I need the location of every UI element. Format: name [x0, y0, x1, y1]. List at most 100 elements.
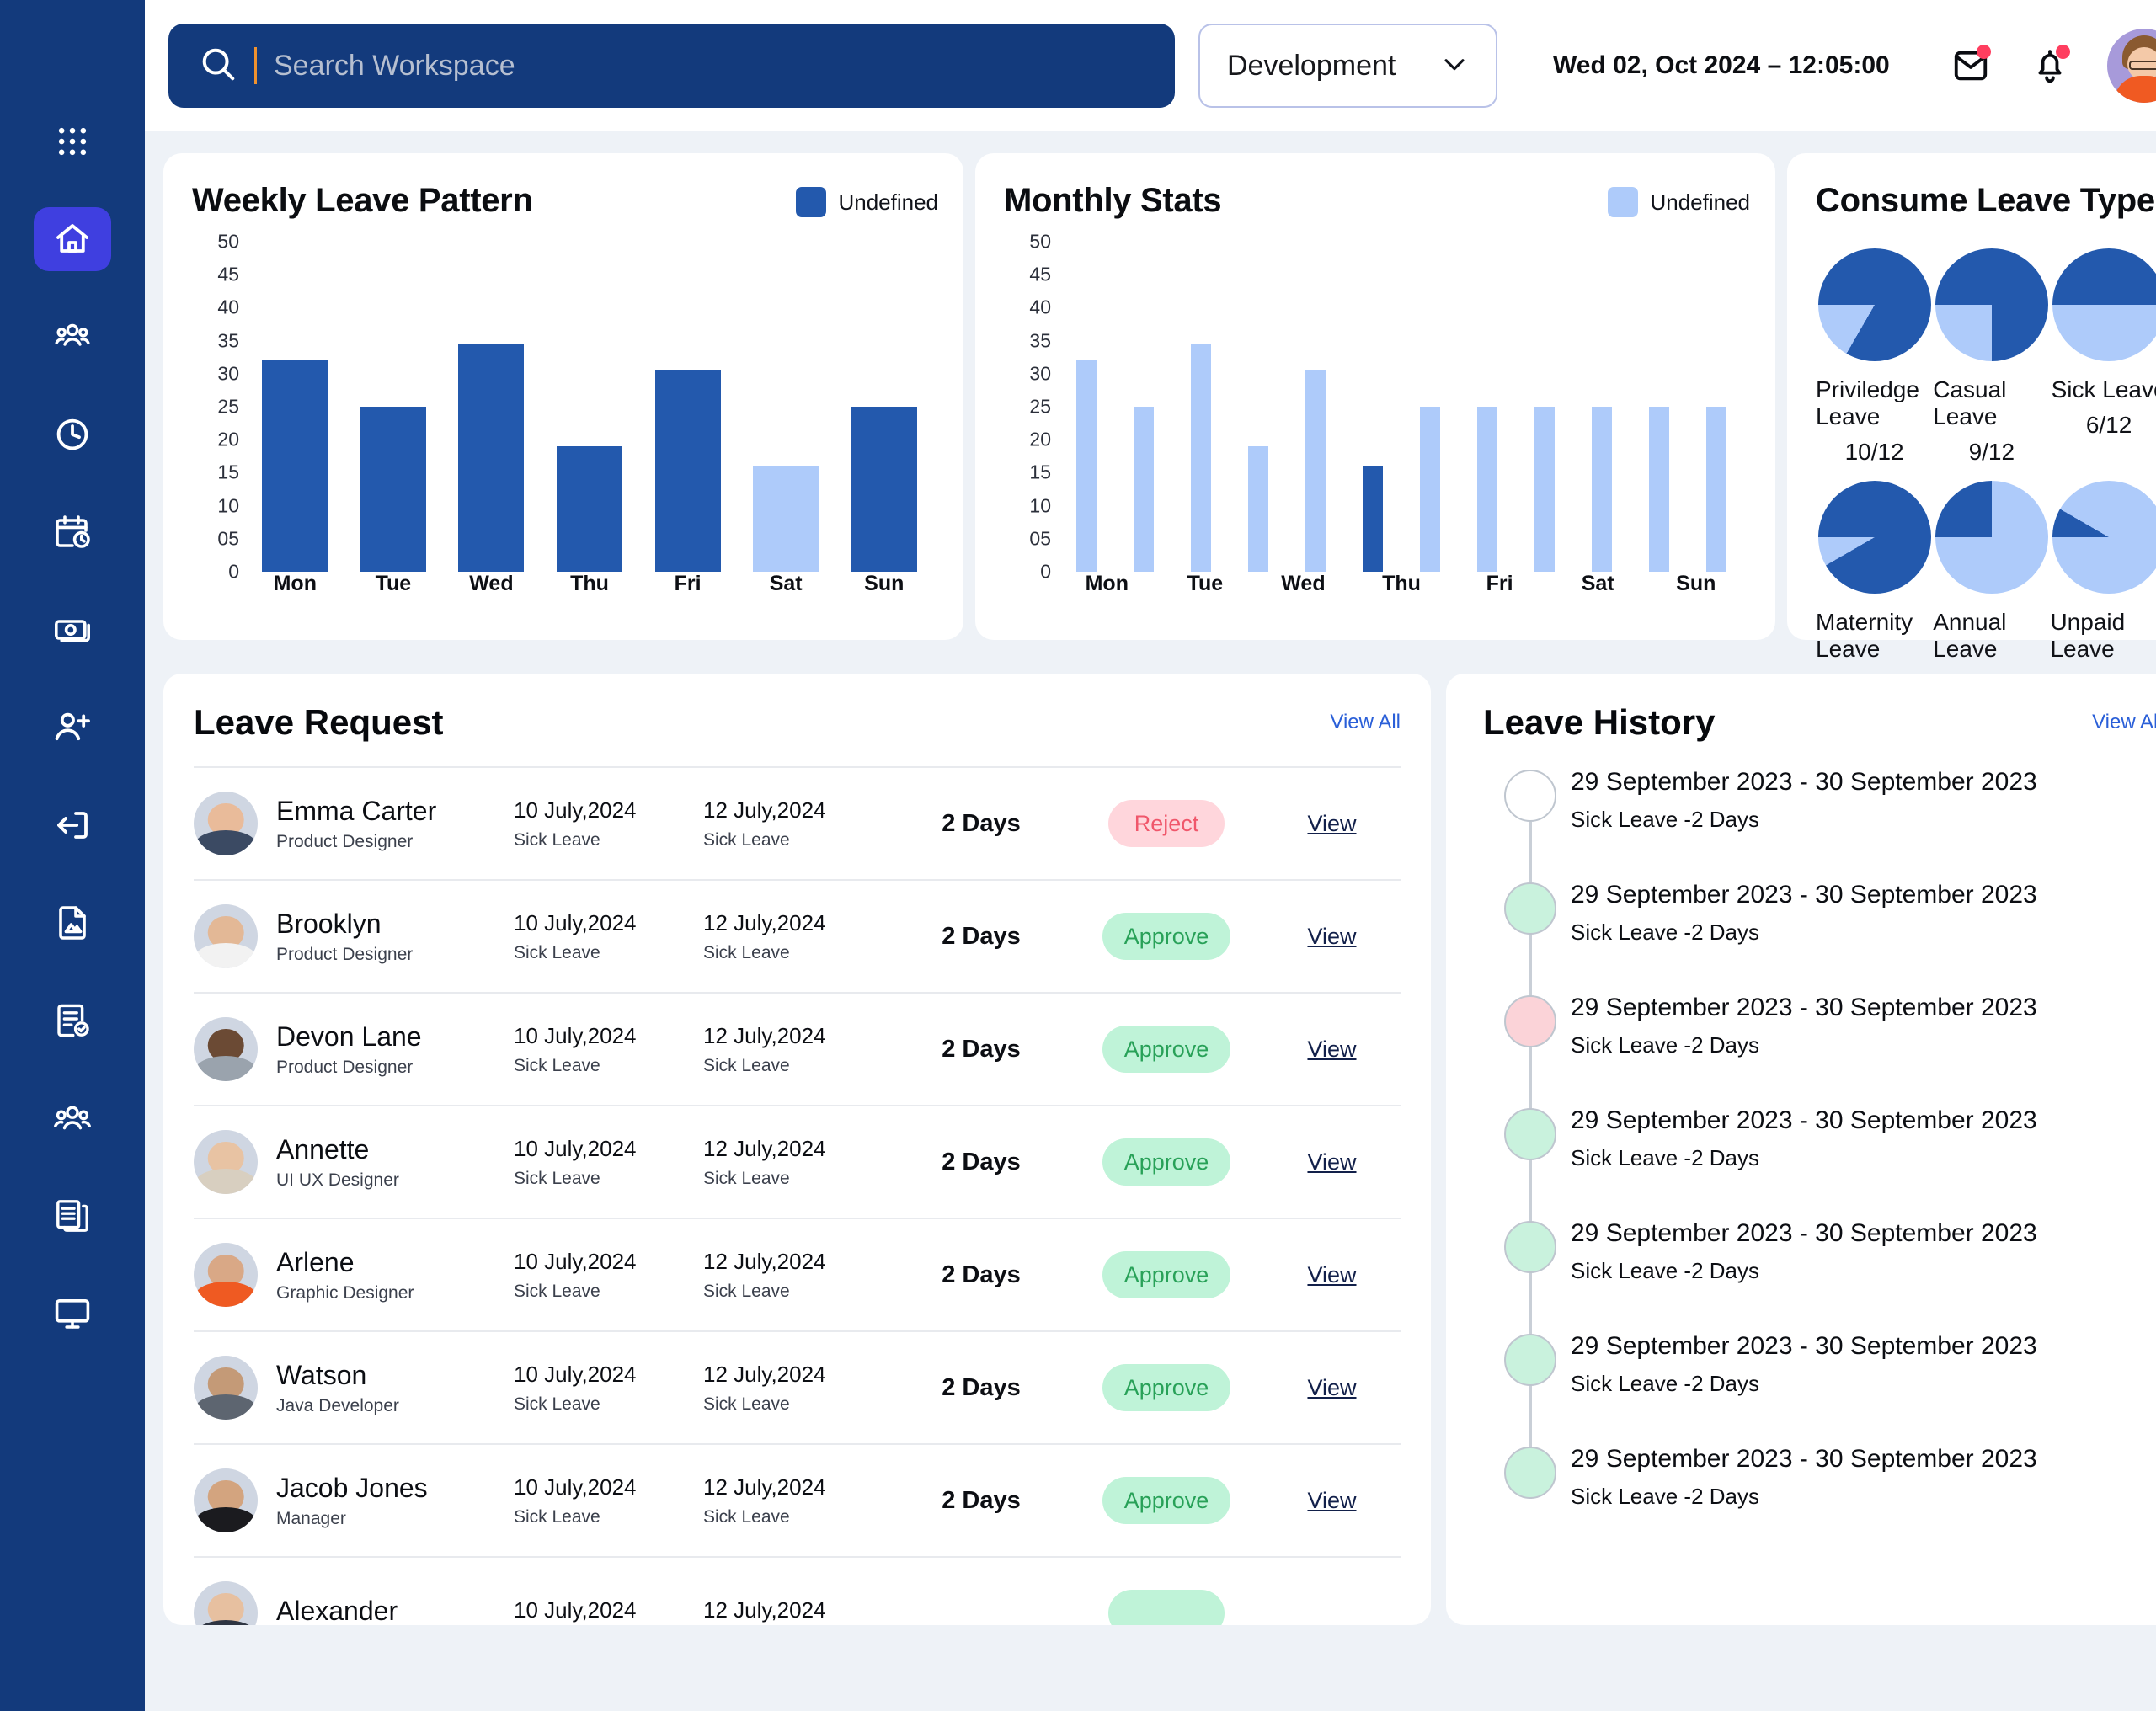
leave-history-panel: Leave History View All 29 September 2023… — [1446, 674, 2156, 1625]
sidebar-item-checklist[interactable] — [34, 989, 111, 1053]
leave-request-list: Emma Carter Product Designer 10 July,2024 S… — [194, 766, 1401, 1625]
duration-cell: 2 Days — [942, 922, 1021, 950]
view-link[interactable]: View — [1307, 1375, 1356, 1401]
bar[interactable] — [1649, 407, 1669, 572]
leave-request-view-all-link[interactable]: View All — [1330, 711, 1401, 734]
sidebar-item-logout[interactable] — [34, 793, 111, 857]
sidebar-item-people-group[interactable] — [34, 305, 111, 369]
avatar — [194, 792, 258, 856]
people-group-icon — [52, 317, 93, 357]
leave-type-cell: Annual Leave3/12 — [1933, 481, 2050, 698]
leave-type-label: Casual Leave — [1933, 376, 2007, 429]
table-row: Annette UI UX Designer 10 July,2024 Sick Le… — [194, 1105, 1401, 1218]
y-axis-tick: 20 — [1029, 428, 1051, 450]
weekly-leave-pattern-card: Weekly Leave Pattern Undefined 50 45 40 35 3… — [163, 153, 963, 640]
to-date: 12 July,2024 — [703, 1135, 826, 1161]
bar[interactable] — [262, 360, 328, 572]
view-link[interactable]: View — [1307, 924, 1356, 950]
bar-slot — [541, 242, 639, 572]
department-select[interactable]: Development — [1198, 24, 1497, 108]
x-axis-label: Sat — [1581, 572, 1614, 595]
view-link[interactable]: View — [1307, 1262, 1356, 1288]
bar[interactable] — [1134, 407, 1154, 572]
bar[interactable] — [1592, 407, 1612, 572]
view-link[interactable]: View — [1307, 811, 1356, 837]
sidebar-item-home[interactable] — [34, 207, 111, 271]
sidebar-item-apps-grid[interactable] — [34, 109, 111, 173]
duration-cell: 2 Days — [942, 1373, 1021, 1401]
view-link[interactable]: View — [1307, 1037, 1356, 1063]
leave-type-label: Unpaid Leave — [2050, 609, 2126, 662]
bar[interactable] — [1420, 407, 1440, 572]
from-date-cell: 10 July,2024 Sick Leave — [514, 1136, 703, 1189]
y-axis-tick: 10 — [1029, 494, 1051, 517]
sidebar-item-team[interactable] — [34, 1086, 111, 1150]
sidebar-item-money[interactable] — [34, 598, 111, 662]
bar[interactable] — [1305, 370, 1326, 572]
status-badge[interactable]: Approve — [1102, 1138, 1231, 1186]
history-detail: Sick Leave -2 Days — [1571, 1371, 1759, 1396]
view-link[interactable]: View — [1307, 1488, 1356, 1514]
from-date: 10 July,2024 — [514, 1248, 637, 1274]
history-detail: Sick Leave -2 Days — [1571, 1258, 1759, 1283]
search-bar[interactable] — [168, 24, 1175, 108]
view-link[interactable]: View — [1307, 1149, 1356, 1175]
y-axis-tick: 40 — [217, 296, 239, 318]
y-axis-tick: 30 — [217, 362, 239, 385]
sidebar-item-user-add[interactable] — [34, 696, 111, 760]
x-axis-label: Tue — [375, 572, 412, 595]
pie-chart — [1817, 481, 1931, 594]
y-axis-tick: 50 — [217, 230, 239, 253]
from-date-cell: 10 July,2024 Sick Leave — [514, 1023, 703, 1076]
bar[interactable] — [1076, 360, 1097, 572]
bar[interactable] — [654, 370, 721, 572]
money-icon — [52, 610, 93, 650]
bar[interactable] — [1477, 407, 1497, 572]
search-input[interactable] — [274, 49, 1145, 83]
leave-request-panel: Leave Request View All Emma Carter Produc… — [163, 674, 1431, 1625]
bar[interactable] — [1363, 466, 1383, 572]
timeline-dot — [1504, 770, 1556, 822]
leave-type-value: 9/12 — [1968, 439, 2015, 465]
pie-chart — [2052, 481, 2156, 594]
mail-icon[interactable] — [1949, 44, 1993, 88]
bar[interactable] — [360, 407, 426, 572]
bar[interactable] — [557, 446, 623, 572]
x-axis-label: Wed — [1281, 572, 1326, 595]
history-detail: Sick Leave -2 Days — [1571, 1032, 1759, 1058]
sidebar-item-calendar-clock[interactable] — [34, 500, 111, 564]
bar[interactable] — [458, 344, 525, 572]
leave-request-user: Annette UI UX Designer — [194, 1130, 514, 1194]
sidebar-item-documents[interactable] — [34, 1184, 111, 1248]
sidebar-item-monitor[interactable] — [34, 1282, 111, 1346]
sidebar-item-clock[interactable] — [34, 402, 111, 466]
bar[interactable] — [1706, 407, 1726, 572]
x-axis-label: Thu — [570, 572, 609, 595]
from-leave-type: Sick Leave — [514, 942, 600, 962]
bar[interactable] — [1248, 446, 1268, 572]
status-badge[interactable]: Approve — [1102, 1251, 1231, 1298]
bar-slot — [1058, 242, 1115, 572]
legend-swatch — [796, 187, 827, 217]
list-item: 29 September 2023 - 30 September 2023 Sic… — [1490, 879, 2156, 1047]
bar[interactable] — [851, 407, 917, 572]
status-badge[interactable]: Reject — [1108, 800, 1225, 847]
bar[interactable] — [1191, 344, 1211, 572]
documents-icon — [52, 1196, 93, 1236]
weekly-bars — [246, 242, 933, 572]
leave-type-value: 6/12 — [2085, 412, 2132, 438]
status-badge[interactable]: Approve — [1102, 1364, 1231, 1411]
bell-icon[interactable] — [2028, 44, 2072, 88]
bar[interactable] — [753, 466, 819, 572]
history-detail: Sick Leave -2 Days — [1571, 807, 1759, 832]
calendar-clock-icon — [52, 512, 93, 552]
bar[interactable] — [1534, 407, 1555, 572]
leave-history-view-all-link[interactable]: View All — [2092, 711, 2156, 734]
status-badge[interactable]: Approve — [1102, 1026, 1231, 1073]
sidebar-item-file-image[interactable] — [34, 891, 111, 955]
status-badge[interactable]: Approve — [1102, 1477, 1231, 1524]
avatar[interactable] — [2106, 29, 2156, 103]
employee-role: Graphic Designer — [276, 1282, 414, 1303]
status-badge[interactable] — [1108, 1590, 1225, 1625]
status-badge[interactable]: Approve — [1102, 913, 1231, 960]
